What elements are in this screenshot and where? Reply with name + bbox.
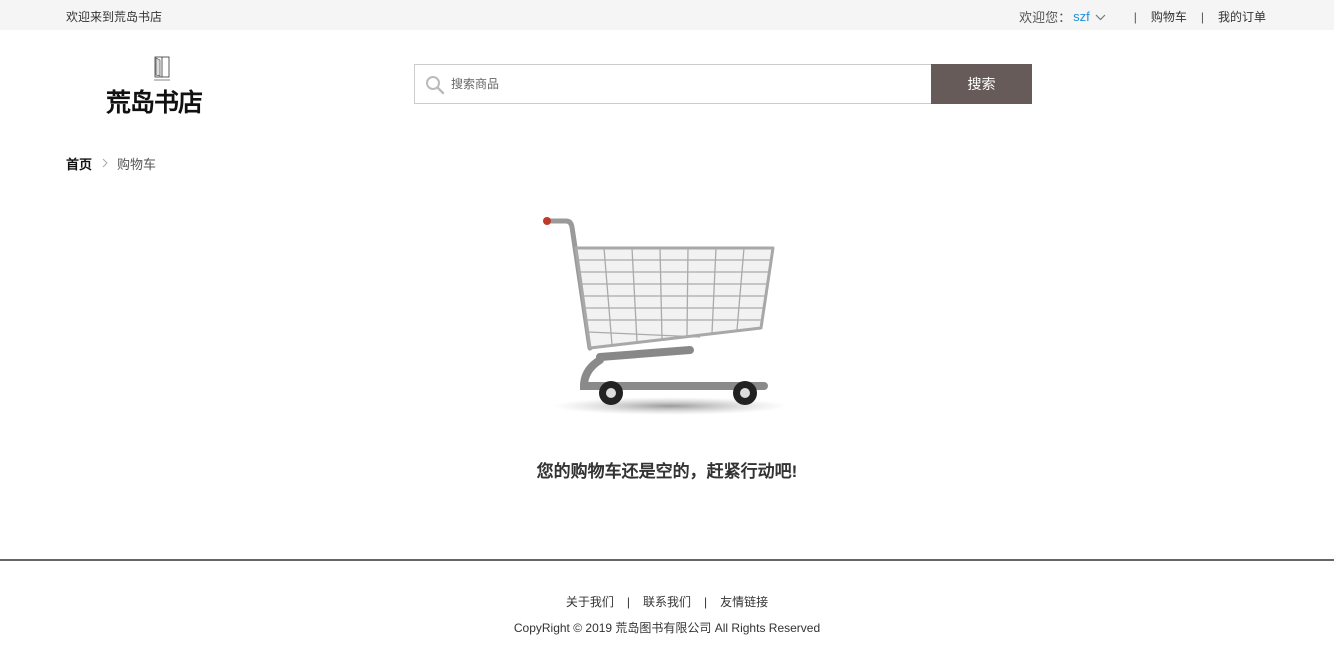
top-bar: 欢迎来到荒岛书店 欢迎您： szf | 购物车 | 我的订单 xyxy=(0,0,1334,30)
footer-links: 关于我们 | 联系我们 | 友情链接 xyxy=(0,593,1334,610)
book-logo-icon xyxy=(152,55,172,85)
empty-cart-message: 您的购物车还是空的，赶紧行动吧! xyxy=(536,462,798,481)
search-button[interactable]: 搜索 xyxy=(931,64,1032,104)
footer-link-about[interactable]: 关于我们 xyxy=(566,595,614,609)
nav-separator: | xyxy=(1200,9,1204,24)
breadcrumb: 首页 购物车 xyxy=(66,154,156,173)
my-orders-link[interactable]: 我的订单 xyxy=(1218,8,1266,25)
greeting-text: 欢迎您： xyxy=(1019,10,1072,25)
username-link[interactable]: szf xyxy=(1073,9,1090,24)
logo-text: 荒岛书店 xyxy=(106,88,203,117)
site-logo[interactable]: 荒岛书店 xyxy=(106,55,218,117)
breadcrumb-current: 购物车 xyxy=(117,157,157,172)
breadcrumb-home-link[interactable]: 首页 xyxy=(66,154,92,173)
footer-link-contact[interactable]: 联系我们 xyxy=(643,595,691,609)
search-icon xyxy=(425,75,445,98)
footer-separator: | xyxy=(626,595,630,609)
copyright-text: CopyRight © 2019 荒岛图书有限公司 All Rights Res… xyxy=(513,621,821,635)
chevron-right-icon xyxy=(102,156,108,171)
welcome-text: 欢迎来到荒岛书店 xyxy=(66,10,163,24)
search-bar: 搜索 xyxy=(414,64,1032,104)
footer-separator: | xyxy=(704,595,708,609)
chevron-down-icon[interactable] xyxy=(1095,10,1106,24)
nav-separator: | xyxy=(1133,9,1137,24)
empty-cart-illustration xyxy=(540,210,790,423)
cart-link[interactable]: 购物车 xyxy=(1151,8,1187,25)
footer-divider xyxy=(0,559,1334,561)
search-input[interactable] xyxy=(451,65,931,103)
user-nav: 欢迎您： szf | 购物车 | 我的订单 xyxy=(1019,7,1266,26)
footer-link-friends[interactable]: 友情链接 xyxy=(720,595,768,609)
